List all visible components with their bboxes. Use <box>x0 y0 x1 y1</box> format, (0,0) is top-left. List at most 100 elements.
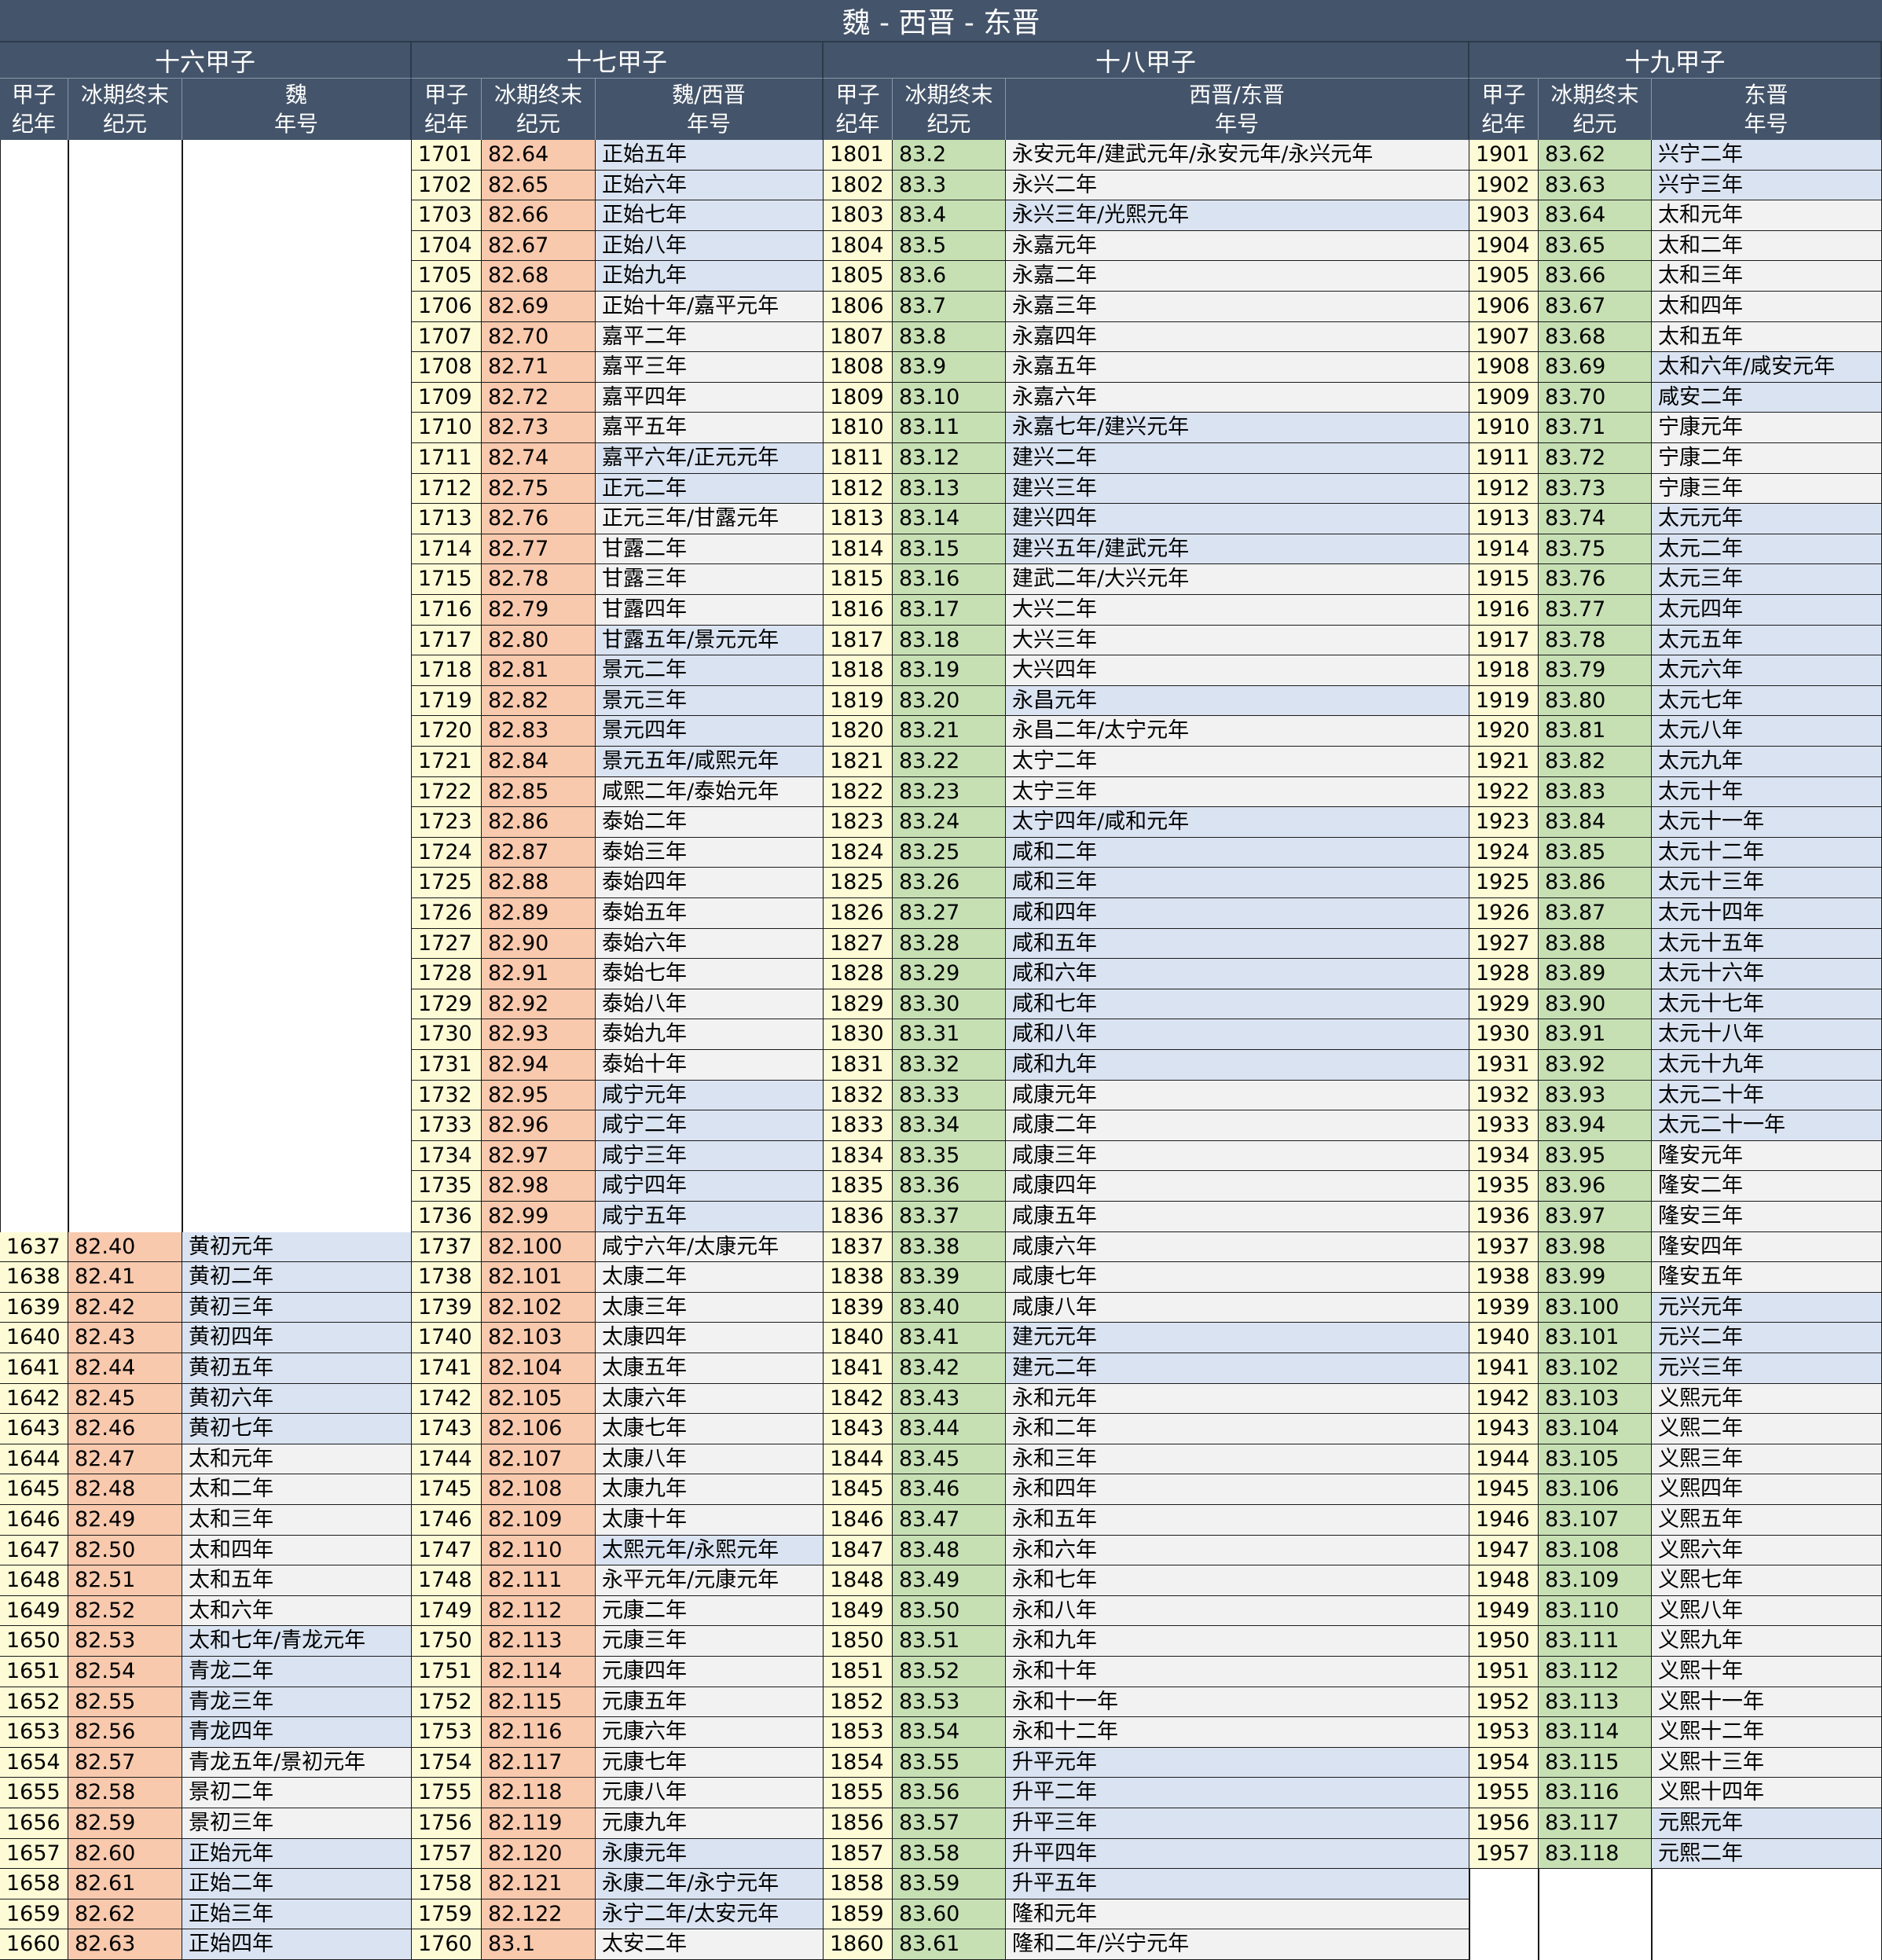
ice-epoch-cell: 83.69 <box>1539 352 1652 383</box>
ice-epoch-cell: 83.67 <box>1539 292 1652 322</box>
era-name-cell: 嘉平五年 <box>596 413 824 443</box>
era-name-cell: 宁康二年 <box>1652 443 1882 474</box>
header-line-2: 年号 <box>686 111 731 137</box>
ice-epoch-cell: 83.43 <box>893 1383 1006 1415</box>
ice-epoch-cell: 82.98 <box>482 1171 596 1202</box>
era-name-cell: 永和元年 <box>1006 1383 1469 1415</box>
era-name-column-header: 东晋 年号 <box>1652 79 1882 140</box>
header-line-1: 冰期终末 <box>904 82 993 108</box>
ice-epoch-cell: 83.40 <box>893 1292 1006 1323</box>
era-name-cell: 黄初二年 <box>182 1262 412 1293</box>
ice-epoch-cell: 82.111 <box>482 1565 596 1596</box>
era-name-cell: 太元十七年 <box>1652 989 1882 1020</box>
ice-epoch-cell: 83.55 <box>893 1747 1006 1778</box>
year-cell: 1759 <box>412 1899 482 1930</box>
ice-epoch-cell: 83.63 <box>1539 170 1652 201</box>
ice-epoch-cell: 82.119 <box>482 1808 596 1839</box>
era-name-cell: 嘉平六年/正元元年 <box>596 443 824 474</box>
year-cell: 1745 <box>412 1474 482 1505</box>
ice-epoch-cell: 83.25 <box>893 837 1006 868</box>
era-name-cell: 太元四年 <box>1652 595 1882 626</box>
ice-epoch-cell: 83.72 <box>1539 443 1652 474</box>
ice-epoch-cell: 83.85 <box>1539 837 1652 868</box>
year-cell: 1808 <box>824 352 893 383</box>
ice-epoch-column-header: 冰期终末 纪元 <box>893 79 1006 140</box>
era-name-cell: 升平二年 <box>1006 1778 1469 1808</box>
era-name-cell: 正元二年 <box>596 473 824 505</box>
era-name-cell: 咸康五年 <box>1006 1202 1469 1232</box>
header-line-1: 冰期终末 <box>80 82 169 108</box>
year-cell: 1654 <box>0 1747 68 1778</box>
era-name-cell: 景元五年/咸熙元年 <box>596 747 824 777</box>
era-name-cell: 升平四年 <box>1006 1838 1469 1870</box>
era-name-cell: 嘉平四年 <box>596 382 824 413</box>
era-name-cell: 太元二年 <box>1652 534 1882 565</box>
ice-epoch-cell: 82.122 <box>482 1899 596 1930</box>
ice-epoch-cell: 83.49 <box>893 1565 1006 1596</box>
era-name-cell: 永和十年 <box>1006 1657 1469 1687</box>
year-cell: 1640 <box>0 1323 68 1353</box>
ice-epoch-cell: 82.62 <box>68 1899 182 1930</box>
era-name-cell: 咸宁六年/太康元年 <box>596 1231 824 1263</box>
ice-epoch-cell: 82.67 <box>482 230 596 262</box>
era-name-cell: 咸宁三年 <box>596 1140 824 1172</box>
ice-epoch-cell: 83.74 <box>1539 504 1652 534</box>
era-name-cell: 太元十九年 <box>1652 1050 1882 1081</box>
year-cell: 1921 <box>1469 747 1539 777</box>
ice-epoch-cell: 82.115 <box>482 1687 596 1718</box>
ice-epoch-cell: 83.89 <box>1539 959 1652 989</box>
era-name-cell: 太安二年 <box>596 1929 824 1960</box>
year-cell: 1833 <box>824 1110 893 1141</box>
ice-epoch-cell: 83.105 <box>1539 1444 1652 1475</box>
year-cell: 1901 <box>1469 140 1539 171</box>
era-name-cell: 永兴二年 <box>1006 170 1469 201</box>
year-cell: 1726 <box>412 898 482 929</box>
year-cell: 1941 <box>1469 1353 1539 1384</box>
year-cell: 1652 <box>0 1687 68 1718</box>
year-cell: 1701 <box>412 140 482 171</box>
year-cell: 1946 <box>1469 1505 1539 1536</box>
year-cell: 1812 <box>824 473 893 505</box>
era-name-cell: 太元元年 <box>1652 504 1882 534</box>
year-cell: 1723 <box>412 807 482 838</box>
era-name-cell: 正始五年 <box>596 140 824 171</box>
ice-epoch-cell: 82.113 <box>482 1626 596 1657</box>
era-name-cell: 正始十年/嘉平元年 <box>596 292 824 322</box>
era-name-cell: 永和十二年 <box>1006 1717 1469 1748</box>
ice-epoch-cell: 82.101 <box>482 1262 596 1293</box>
year-cell: 1648 <box>0 1565 68 1596</box>
era-name-cell: 太元十三年 <box>1652 868 1882 898</box>
era-name-cell: 太和五年 <box>182 1565 412 1596</box>
year-cell: 1846 <box>824 1505 893 1536</box>
era-name-cell: 永嘉三年 <box>1006 292 1469 322</box>
year-cell: 1954 <box>1469 1747 1539 1778</box>
header-line-1: 甲子 <box>1481 82 1526 108</box>
year-cell: 1952 <box>1469 1687 1539 1718</box>
ice-epoch-cell: 83.75 <box>1539 534 1652 565</box>
year-cell: 1751 <box>412 1657 482 1687</box>
ice-epoch-cell: 83.15 <box>893 534 1006 565</box>
ice-epoch-cell: 82.94 <box>482 1050 596 1081</box>
year-cell: 1734 <box>412 1140 482 1172</box>
era-name-cell: 青龙四年 <box>182 1717 412 1748</box>
year-cell: 1644 <box>0 1444 68 1475</box>
ice-epoch-cell: 82.99 <box>482 1202 596 1232</box>
era-name-cell: 泰始九年 <box>596 1019 824 1050</box>
ice-epoch-cell: 83.68 <box>1539 321 1652 353</box>
ice-epoch-cell: 82.64 <box>482 140 596 171</box>
ice-epoch-cell: 83.19 <box>893 655 1006 686</box>
ice-epoch-cell: 82.92 <box>482 989 596 1020</box>
era-name-cell: 正始元年 <box>182 1838 412 1870</box>
year-cell: 1807 <box>824 321 893 353</box>
ice-epoch-cell: 83.99 <box>1539 1262 1652 1293</box>
ice-epoch-cell: 83.98 <box>1539 1231 1652 1263</box>
year-cell: 1858 <box>824 1869 893 1899</box>
year-cell: 1811 <box>824 443 893 474</box>
era-name-cell: 义熙七年 <box>1652 1565 1882 1596</box>
era-name-cell: 咸和四年 <box>1006 898 1469 929</box>
ice-epoch-cell: 82.41 <box>68 1262 182 1293</box>
ice-epoch-cell: 83.9 <box>893 352 1006 383</box>
year-cell: 1844 <box>824 1444 893 1475</box>
ice-epoch-cell: 83.20 <box>893 685 1006 717</box>
era-name-cell: 甘露二年 <box>596 534 824 565</box>
